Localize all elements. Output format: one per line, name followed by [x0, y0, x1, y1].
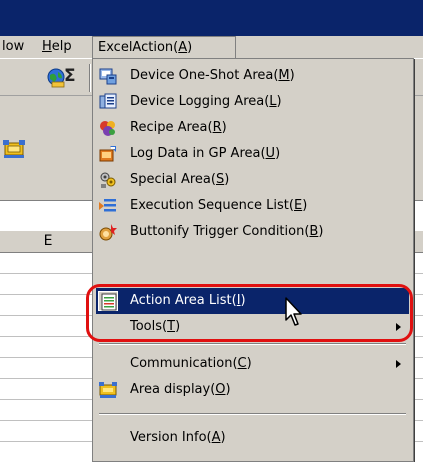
- area-display-icon: [98, 380, 118, 400]
- menu-item-recipe-area[interactable]: Recipe Area(R): [96, 115, 409, 141]
- menu-item-special-area[interactable]: Special Area(S): [96, 167, 409, 193]
- menu-separator: [99, 343, 406, 345]
- column-header-e[interactable]: E: [0, 231, 97, 252]
- menu-item-device-one-shot-area[interactable]: Device One-Shot Area(M): [96, 63, 409, 89]
- menu-item-area-display[interactable]: Area display(O): [96, 377, 409, 403]
- mouse-cursor-icon: [284, 296, 308, 330]
- menu-item-label: Version Info(A): [130, 430, 226, 445]
- menu-item-device-logging-area[interactable]: Device Logging Area(L): [96, 89, 409, 115]
- menu-excelaction[interactable]: ExcelAction(A): [92, 36, 236, 58]
- menu-item-version-info[interactable]: Version Info(A): [96, 425, 409, 451]
- special-area-icon: [98, 170, 118, 190]
- area-display-toolbar-icon[interactable]: [2, 137, 26, 161]
- menu-item-label: Recipe Area(R): [130, 120, 227, 135]
- execution-sequence-icon: [98, 196, 118, 216]
- menu-item-label: Area display(O): [130, 382, 231, 397]
- title-bar: [0, 0, 423, 36]
- menu-item-label: Execution Sequence List(E): [130, 198, 308, 213]
- excelaction-dropdown-menu: Device One-Shot Area(M) Device Logging A…: [92, 58, 414, 462]
- autosum-icon[interactable]: Σ: [64, 66, 86, 88]
- log-data-icon: [98, 144, 118, 164]
- recipe-icon: [98, 118, 118, 138]
- menu-item-communication[interactable]: Communication(C): [96, 351, 409, 377]
- menu-item-label: Special Area(S): [130, 172, 230, 187]
- menu-item-label: Device One-Shot Area(M): [130, 68, 295, 83]
- submenu-arrow-icon: [396, 360, 401, 368]
- menu-separator: [99, 413, 406, 415]
- highlight-annotation: [86, 284, 413, 342]
- menu-item-label: Buttonify Trigger Condition(B): [130, 224, 324, 239]
- menu-item-execution-sequence-list[interactable]: Execution Sequence List(E): [96, 193, 409, 219]
- buttonify-trigger-icon: [98, 222, 118, 242]
- menu-help[interactable]: Help: [42, 36, 72, 58]
- menu-item-label: Communication(C): [130, 356, 252, 371]
- menu-bar: low Help ExcelAction(A): [0, 36, 423, 59]
- menu-item-log-data-in-gp-area[interactable]: Log Data in GP Area(U): [96, 141, 409, 167]
- menu-item-label: Device Logging Area(L): [130, 94, 282, 109]
- toolbar-separator: [89, 64, 91, 92]
- menu-item-label: Log Data in GP Area(U): [130, 146, 281, 161]
- menu-window[interactable]: low: [2, 36, 24, 58]
- menu-item-buttonify-trigger-condition[interactable]: Buttonify Trigger Condition(B): [96, 219, 409, 245]
- device-one-shot-icon: [98, 66, 118, 86]
- device-logging-icon: [98, 92, 118, 112]
